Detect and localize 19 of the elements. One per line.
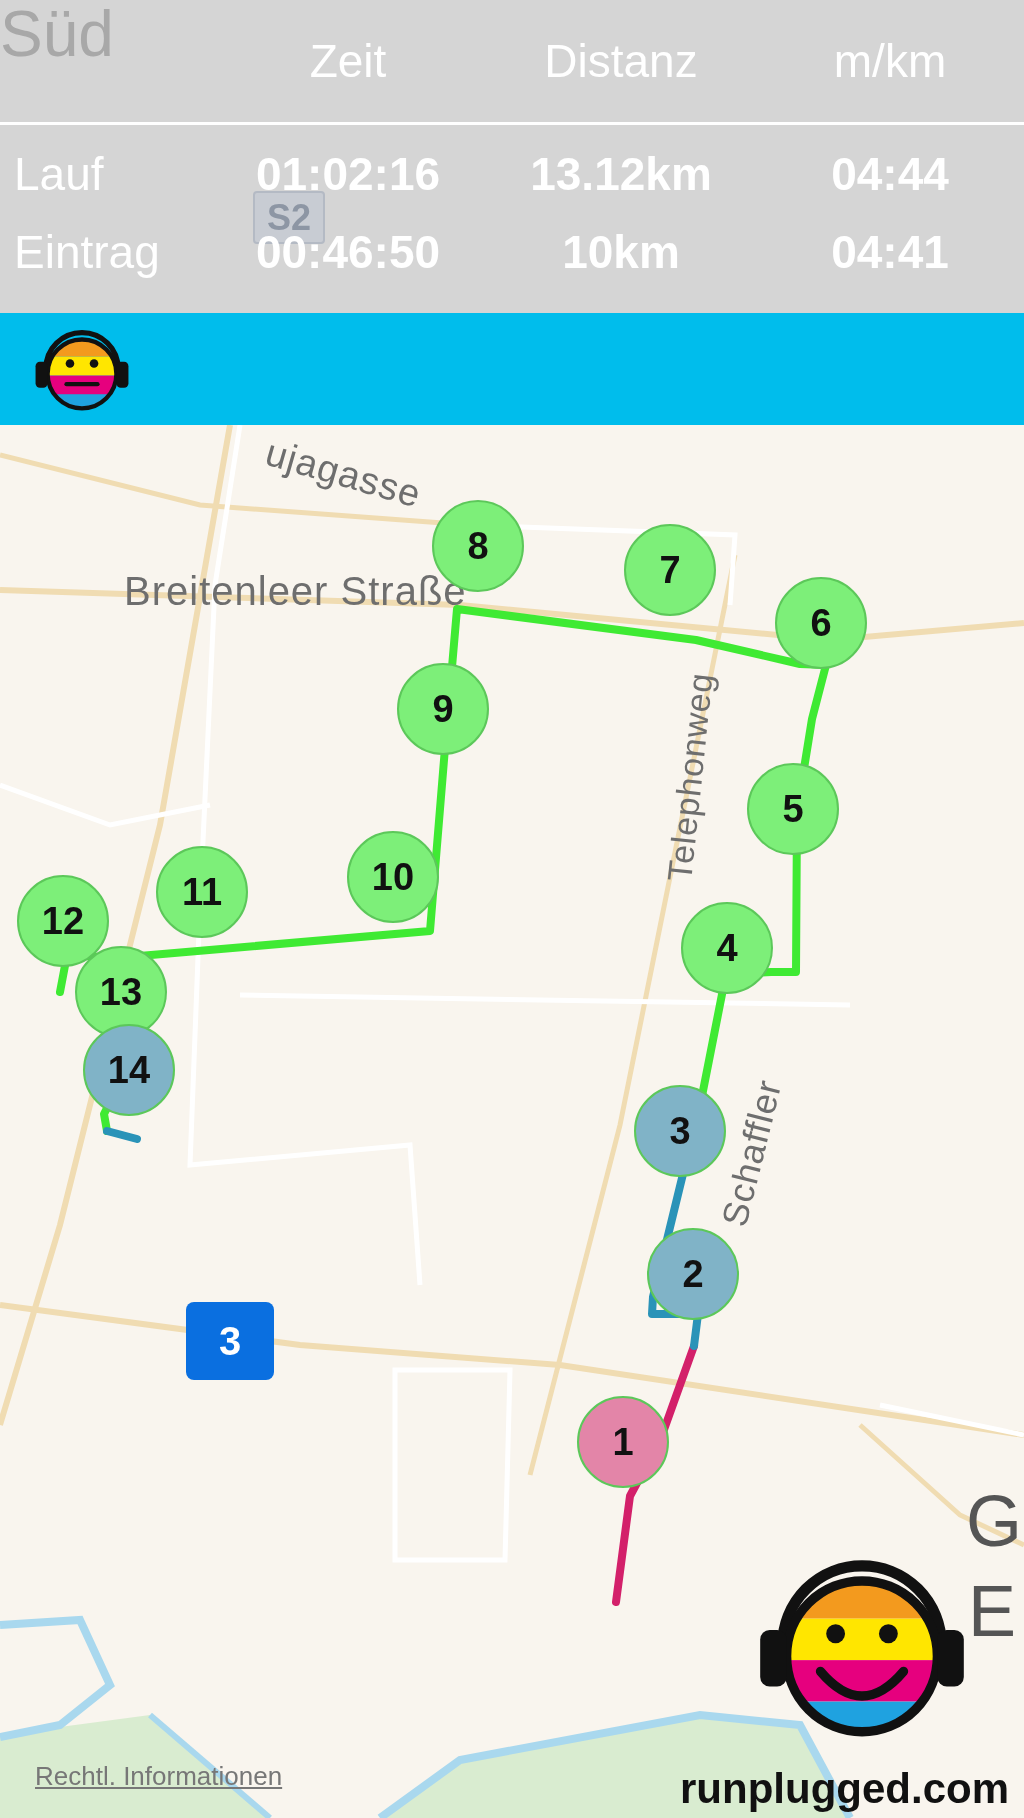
route-marker[interactable]: 10 <box>347 831 439 923</box>
route-marker[interactable]: 3 <box>634 1085 726 1177</box>
route-marker[interactable]: 4 <box>681 902 773 994</box>
street-label: G <box>966 1485 1024 1557</box>
route-marker[interactable]: 7 <box>624 524 716 616</box>
route-marker[interactable]: 5 <box>747 763 839 855</box>
brand-name: runplugged.com <box>680 1764 1009 1814</box>
route-marker[interactable]: 6 <box>775 577 867 669</box>
route-marker[interactable]: 12 <box>17 875 109 967</box>
route-marker[interactable]: 9 <box>397 663 489 755</box>
route-marker[interactable]: 1 <box>577 1396 669 1488</box>
legal-info-link[interactable]: Rechtl. Informationen <box>35 1757 283 1796</box>
street-label: Telephonweg <box>662 670 718 884</box>
street-label: ujagasse <box>261 433 426 514</box>
route-marker[interactable]: 14 <box>83 1024 175 1116</box>
street-label: E <box>968 1575 1018 1647</box>
route-marker[interactable]: 2 <box>647 1228 739 1320</box>
route-marker[interactable]: 11 <box>156 846 248 938</box>
road-number-sign: 3 <box>186 1302 274 1380</box>
